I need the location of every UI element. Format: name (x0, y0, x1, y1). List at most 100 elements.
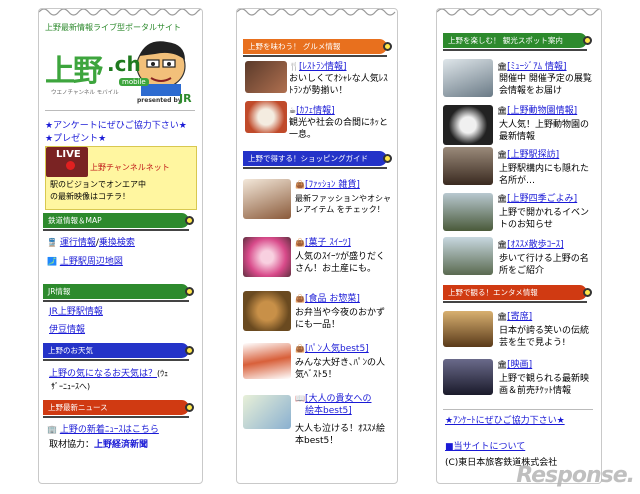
museum-link[interactable]: [ﾐｭｰｼﾞｱﾑ 情報] (507, 62, 566, 72)
wavy-edge (237, 9, 396, 16)
pan-text: みんな大好き､ﾊﾟﾝの人気ﾍﾞｽﾄ5！ (295, 358, 386, 380)
bullet-dot-icon (383, 154, 392, 163)
bag-icon: 👜 (295, 344, 305, 353)
survey-link[interactable]: ★アンケートにぜひご協力下さい★ (45, 120, 187, 132)
portal-top-panel: 上野最新情報ライブ型ポータルサイト 上野 .ch mobile ウエノチャンネル… (38, 8, 203, 484)
food-title-row: 👜[食品 お惣菜] (295, 293, 360, 305)
about-link[interactable]: ■当サイトについて (445, 441, 525, 453)
rail-transfer-link[interactable]: 乗換検索 (99, 238, 135, 248)
bullet-dot-icon (185, 216, 194, 225)
zoo-link[interactable]: [上野動物園情報] (507, 106, 577, 116)
bullet-dot-icon (583, 36, 592, 45)
bag-icon: 👜 (295, 238, 305, 247)
movie-text: 上野で観られる最新映画＆前売ﾁｹｯﾄ情報 (499, 374, 590, 396)
walk-link[interactable]: [ｵｽｽﾒ散歩ｺｰｽ] (507, 240, 564, 250)
bullet-dot-icon (583, 288, 592, 297)
book-link-2[interactable]: 絵本best5] (305, 405, 352, 417)
movie-link[interactable]: [映画] (507, 360, 532, 370)
section-gourmet-title: 上野を味わう！ グルメ情報 (248, 42, 341, 51)
map-row: 🗾 上野駅周辺地図 (47, 256, 123, 268)
station-link[interactable]: [上野駅探訪] (507, 150, 559, 160)
coop-value[interactable]: 上野経済新聞 (94, 440, 148, 450)
museum-thumbnail[interactable] (443, 59, 493, 97)
rail-links-row: 🚆 運行情報/乗換検索 (47, 237, 135, 249)
jr-ueno-link[interactable]: JR上野駅情報 (49, 306, 103, 318)
record-dot-icon (66, 161, 75, 170)
book-thumbnail[interactable] (243, 395, 291, 429)
fashion-thumbnail[interactable] (243, 179, 291, 219)
yose-link[interactable]: [寄席] (507, 312, 532, 322)
izu-link[interactable]: 伊豆情報 (49, 324, 85, 336)
fashion-link[interactable]: [ﾌｧｯｼｮﾝ 雑貨] (305, 180, 360, 190)
survey-link-footer[interactable]: ★ｱﾝｹｰﾄにぜひご協力下さい★ (445, 415, 565, 427)
museum-icon: 🏛 (497, 62, 508, 71)
walk-title-row: 🏛[ｵｽｽﾒ散歩ｺｰｽ] (497, 239, 564, 251)
pan-link[interactable]: [ﾊﾟﾝ人気best5] (305, 344, 369, 354)
train-icon: 🚆 (47, 238, 57, 247)
divider (43, 359, 189, 361)
section-weather-header: 上野のお天気 (43, 343, 194, 358)
zoo-thumbnail[interactable] (443, 105, 493, 145)
book-icon: 📖 (295, 394, 305, 403)
divider (443, 409, 593, 410)
museum-icon: 🏛 (497, 194, 508, 203)
sweets-thumbnail[interactable] (243, 237, 291, 277)
bag-icon: 👜 (295, 180, 305, 189)
walk-text: 歩いて行ける上野の名所をご紹介 (499, 254, 589, 276)
section-weather-title: 上野のお天気 (48, 346, 93, 355)
wavy-edge (437, 9, 601, 16)
station-text: 上野駅構内にも隠れた名所が… (499, 164, 590, 186)
movie-thumbnail[interactable] (443, 359, 493, 395)
present-link[interactable]: ★プレゼント★ (45, 133, 106, 145)
news-row: 🏢 上野の新着ﾆｭｰｽはこちら (47, 424, 159, 436)
logo-main: 上野 (45, 54, 103, 89)
section-sightseeing-header: 上野を楽しむ！ 観光スポット案内 (443, 33, 592, 48)
building-icon: 🏢 (47, 425, 57, 434)
zoo-text: 大人気！上野動物園の最新情報 (499, 120, 590, 142)
sweets-text: 人気のｽｲｰﾂが盛りだくさん！お土産にも。 (295, 252, 386, 274)
station-thumbnail[interactable] (443, 147, 493, 185)
wavy-edge (39, 9, 202, 16)
divider (443, 301, 587, 303)
sweets-title-row: 👜[菓子 ｽｲｰﾂ] (295, 237, 351, 249)
section-shopping-title: 上野で得する！ショッピングガイド (248, 154, 368, 163)
yose-title-row: 🏛[寄席] (497, 311, 532, 323)
weather-row: 上野の気になるお天気は？(ｳｪ (49, 368, 168, 380)
cafe-link[interactable]: [ｶﾌｪ情報] (296, 106, 335, 116)
seasons-link[interactable]: [上野四季ごよみ] (507, 194, 577, 204)
section-shopping-header: 上野で得する！ショッピングガイド (243, 151, 392, 166)
live-banner[interactable]: LIVE 上野チャンネルネット 駅のビジョンでオンエア中 の最新映像はコチラ！ (45, 146, 197, 210)
bullet-dot-icon (185, 346, 194, 355)
section-rail-title: 鉄道情報＆MAP (48, 216, 102, 225)
section-gourmet-header: 上野を味わう！ グルメ情報 (243, 39, 392, 54)
divider (443, 49, 587, 51)
fashion-text: 最新ファッションやオシャレアイテム をチェック！ (295, 194, 391, 214)
book-link-1[interactable]: [大人の貴女への (305, 394, 372, 404)
book-title-row: 📖[大人の貴女への (295, 393, 371, 405)
rail-operation-link[interactable]: 運行情報 (60, 238, 96, 248)
news-link[interactable]: 上野の新着ﾆｭｰｽはこちら (60, 425, 159, 435)
sightseeing-panel: 上野を楽しむ！ 観光スポット案内 🏛[ﾐｭｰｼﾞｱﾑ 情報] 開催中 開催予定の… (436, 8, 602, 484)
seasons-text: 上野で開かれるイベントのお知らせ (499, 208, 590, 230)
yose-thumbnail[interactable] (443, 311, 493, 347)
cafe-text: 観光や社会の合間にﾎｯと一息。 (289, 118, 389, 140)
walk-thumbnail[interactable] (443, 237, 493, 275)
bullet-dot-icon (383, 42, 392, 51)
sweets-link[interactable]: [菓子 ｽｲｰﾂ] (305, 238, 351, 248)
food-thumbnail[interactable] (243, 291, 291, 331)
restaurant-link[interactable]: [ﾚｽﾄﾗﾝ情報] (299, 62, 347, 72)
live-text-1: 駅のビジョンでオンエア中 (50, 180, 146, 189)
map-link[interactable]: 上野駅周辺地図 (60, 257, 123, 267)
map-icon: 🗾 (47, 257, 57, 266)
food-link[interactable]: [食品 お惣菜] (305, 294, 360, 304)
museum-text: 開催中 開催予定の展覧会情報をお届け (499, 74, 592, 96)
seasons-thumbnail[interactable] (443, 193, 493, 231)
cafe-thumbnail[interactable] (245, 101, 287, 133)
zoo-title-row: 🏛[上野動物園情報] (497, 105, 577, 117)
weather-link[interactable]: 上野の気になるお天気は？ (49, 369, 157, 379)
weather-note: (ｳｪ (157, 369, 169, 378)
site-logo[interactable]: 上野 .ch mobile ウエノチャンネル モバイル presented by… (43, 36, 199, 108)
museum-icon: 🏛 (497, 240, 508, 249)
pan-thumbnail[interactable] (243, 343, 291, 379)
restaurant-thumbnail[interactable] (245, 61, 287, 93)
